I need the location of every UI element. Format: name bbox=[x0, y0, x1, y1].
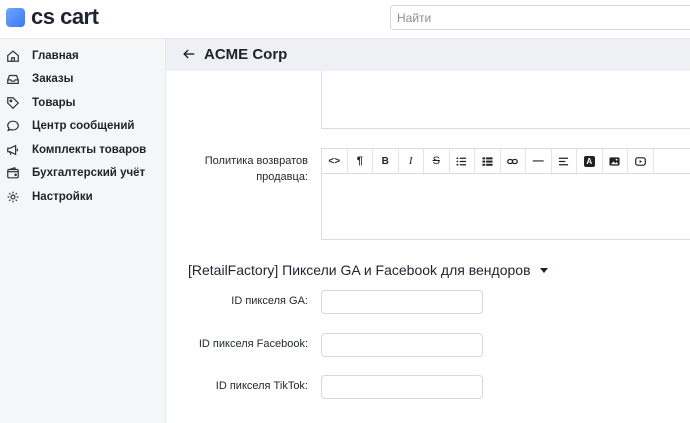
link-icon bbox=[507, 158, 519, 164]
bold-button[interactable]: B bbox=[373, 149, 399, 173]
code-icon: <> bbox=[328, 155, 341, 167]
facebook-pixel-label: ID пикселя Facebook: bbox=[198, 338, 308, 350]
video-button[interactable] bbox=[628, 149, 654, 173]
wallet-icon bbox=[7, 167, 19, 179]
tiktok-pixel-label: ID пикселя TikTok: bbox=[215, 380, 308, 392]
page-header: ACME Corp bbox=[166, 39, 690, 71]
sidebar-item-label: Бухгалтерский учёт bbox=[32, 167, 146, 180]
unordered-list-button[interactable] bbox=[450, 149, 475, 173]
logo[interactable]: cs cart bbox=[6, 4, 99, 29]
horizontal-rule-button[interactable]: — bbox=[526, 149, 552, 173]
caret-down-icon bbox=[539, 267, 548, 273]
sidebar-item-label: Настройки bbox=[32, 190, 93, 203]
strikethrough-button[interactable]: S bbox=[424, 149, 450, 173]
ordered-list-icon bbox=[482, 156, 493, 166]
code-view-button[interactable]: <> bbox=[322, 149, 348, 173]
return-policy-label: Политика возвратов продавца: bbox=[204, 155, 308, 183]
sidebar-item-home[interactable]: Главная bbox=[0, 44, 165, 68]
megaphone-icon bbox=[7, 144, 18, 156]
align-left-icon bbox=[559, 157, 569, 165]
font-color-icon: A bbox=[583, 155, 595, 167]
sidebar-item-messages[interactable]: Центр сообщений bbox=[0, 115, 165, 139]
ga-pixel-input[interactable] bbox=[321, 290, 483, 314]
arrow-left-icon[interactable] bbox=[182, 47, 196, 61]
search-input[interactable] bbox=[390, 5, 690, 30]
pixels-section-toggle[interactable]: [RetailFactory] Пиксели GA и Facebook дл… bbox=[188, 262, 548, 278]
inbox-icon bbox=[7, 75, 19, 85]
sidebar-item-label: Комплекты товаров bbox=[32, 143, 147, 156]
sidebar-item-label: Центр сообщений bbox=[32, 120, 135, 133]
sidebar-item-label: Заказы bbox=[32, 73, 74, 86]
section-title: [RetailFactory] Пиксели GA и Facebook дл… bbox=[188, 262, 531, 278]
paragraph-button[interactable]: ¶ bbox=[348, 149, 373, 173]
previous-editor-area[interactable] bbox=[321, 71, 690, 129]
message-icon bbox=[7, 120, 19, 132]
sidebar-item-label: Товары bbox=[32, 96, 76, 109]
sidebar-item-bundles[interactable]: Комплекты товаров bbox=[0, 138, 165, 162]
return-policy-editor[interactable]: <> ¶ B I S — A bbox=[321, 148, 690, 240]
align-button[interactable] bbox=[552, 149, 577, 173]
italic-icon: I bbox=[408, 155, 413, 167]
video-icon bbox=[634, 156, 646, 166]
facebook-pixel-input[interactable] bbox=[321, 333, 483, 357]
sidebar-item-accounting[interactable]: Бухгалтерский учёт bbox=[0, 162, 165, 186]
unordered-list-icon bbox=[456, 156, 467, 166]
image-button[interactable] bbox=[603, 149, 628, 173]
gear-icon bbox=[7, 191, 19, 203]
paragraph-icon: ¶ bbox=[356, 155, 363, 167]
logo-text: cs cart bbox=[31, 4, 99, 29]
tiktok-pixel-input[interactable] bbox=[321, 375, 483, 399]
italic-button[interactable]: I bbox=[399, 149, 424, 173]
image-icon bbox=[609, 156, 620, 166]
page-title: ACME Corp bbox=[204, 46, 288, 63]
main-content: Политика возвратов продавца: <> ¶ B I S … bbox=[166, 71, 690, 423]
home-icon bbox=[7, 50, 19, 62]
ordered-list-button[interactable] bbox=[475, 149, 501, 173]
sidebar-item-products[interactable]: Товары bbox=[0, 91, 165, 115]
ga-pixel-label: ID пикселя GA: bbox=[231, 295, 308, 307]
tag-icon bbox=[7, 96, 20, 109]
sidebar-item-orders[interactable]: Заказы bbox=[0, 68, 165, 92]
logo-icon bbox=[6, 7, 25, 27]
top-bar: cs cart bbox=[0, 0, 690, 39]
strikethrough-icon: S bbox=[432, 155, 440, 167]
font-color-glyph: A bbox=[586, 156, 593, 166]
horizontal-rule-icon: — bbox=[532, 155, 544, 167]
sidebar-item-label: Главная bbox=[32, 49, 79, 62]
link-button[interactable] bbox=[501, 149, 526, 173]
bold-icon: B bbox=[381, 155, 389, 167]
sidebar: Главная Заказы Товары Центр сообщений Ко… bbox=[0, 39, 166, 423]
font-color-button[interactable]: A bbox=[577, 149, 603, 173]
sidebar-item-settings[interactable]: Настройки bbox=[0, 185, 165, 209]
editor-toolbar: <> ¶ B I S — A bbox=[322, 149, 690, 174]
